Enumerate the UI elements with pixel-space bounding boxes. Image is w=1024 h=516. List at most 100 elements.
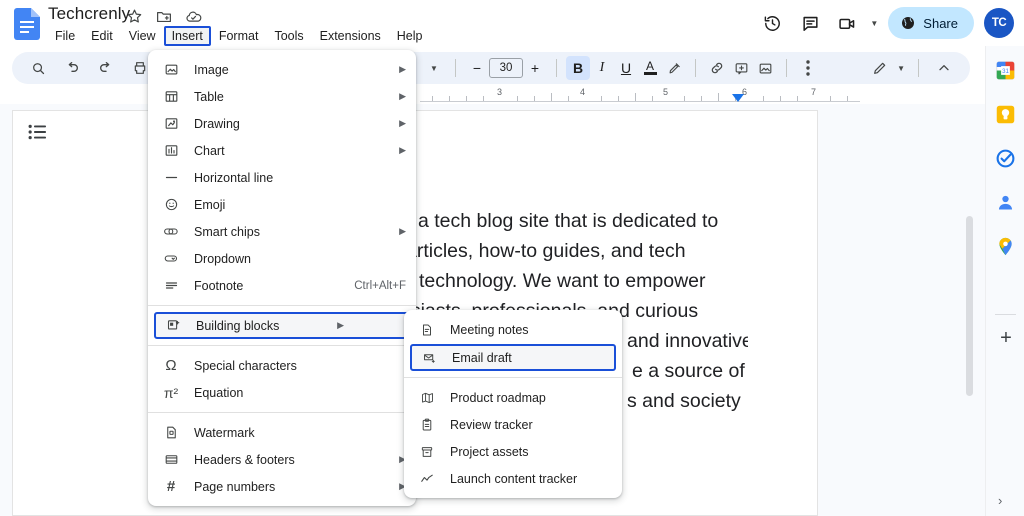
menu-item-emoji[interactable]: Emoji [148,191,416,218]
increase-font-size-button[interactable]: + [523,56,547,80]
print-icon[interactable] [132,60,148,76]
more-options-icon[interactable] [796,56,820,80]
editing-mode-icon[interactable] [868,56,892,80]
share-button[interactable]: Share [888,7,974,39]
doc-line: technology. We want to empower [419,270,706,292]
menu-item-label: Emoji [194,197,226,212]
font-size-input[interactable]: 30 [489,58,523,78]
version-history-icon[interactable] [755,6,789,40]
avatar[interactable]: TC [984,8,1014,38]
toolbar-right-group: ▼ − 30 + B I U A [422,52,820,84]
image-icon [162,62,180,78]
menu-view[interactable]: View [121,26,164,46]
menu-item-chart[interactable]: Chart ▶ [148,137,416,164]
menu-item-dropdown[interactable]: Dropdown [148,245,416,272]
building-blocks-icon [164,318,182,334]
cloud-saved-icon[interactable] [184,8,202,25]
menu-item-headers-footers[interactable]: Headers & footers ▶ [148,446,416,473]
docs-file-icon[interactable] [14,8,40,40]
expand-panel-chevron-icon[interactable]: › [998,493,1002,508]
document-outline-icon[interactable] [28,124,48,140]
editing-mode-chevron-icon[interactable]: ▼ [897,64,905,73]
menu-item-special-characters[interactable]: Ω Special characters [148,352,416,379]
menu-divider [148,412,416,413]
menu-tools[interactable]: Tools [266,26,311,46]
email-draft-icon [420,350,438,366]
chevron-down-icon[interactable]: ▼ [870,19,878,28]
submenu-divider [404,377,622,378]
move-to-folder-icon[interactable] [155,8,172,25]
document-title[interactable]: Techcrenly [48,4,130,24]
decrease-font-size-button[interactable]: − [465,56,489,80]
text-color-button[interactable]: A [638,56,662,80]
submenu-item-meeting-notes[interactable]: Meeting notes [404,316,622,343]
menu-item-equation[interactable]: π² Equation [148,379,416,406]
menu-item-footnote[interactable]: Footnote Ctrl+Alt+F [148,272,416,299]
svg-text:31: 31 [1002,68,1009,75]
add-comment-icon[interactable] [729,56,753,80]
menu-item-label: Special characters [194,358,297,373]
meet-icon[interactable] [831,6,865,40]
collapse-toolbar-icon[interactable] [932,56,956,80]
menu-file[interactable]: File [47,26,83,46]
headers-footers-icon [162,452,180,468]
search-icon[interactable] [30,60,46,76]
insert-image-icon[interactable] [753,56,777,80]
menu-item-label: Review tracker [450,417,533,432]
menu-item-page-numbers[interactable]: # Page numbers ▶ [148,473,416,500]
drawing-icon [162,116,180,132]
doc-line: e a source of [632,360,745,382]
google-calendar-icon[interactable]: 31 [995,60,1016,81]
menu-item-drawing[interactable]: Drawing ▶ [148,110,416,137]
google-keep-icon[interactable] [995,104,1016,125]
style-dropdown-chevron-icon[interactable]: ▼ [422,56,446,80]
undo-icon[interactable] [64,60,80,76]
horizontal-ruler[interactable]: 3 4 5 6 7 [420,87,860,104]
menu-insert[interactable]: Insert [163,26,211,46]
menu-extensions[interactable]: Extensions [312,26,389,46]
side-panel-rail: 31 + › [985,46,1024,516]
bold-button[interactable]: B [566,56,590,80]
add-on-plus-icon[interactable]: + [996,328,1016,348]
comment-icon[interactable] [793,6,827,40]
ruler-number: 7 [811,87,817,97]
google-tasks-icon[interactable] [995,148,1016,169]
product-roadmap-icon [418,390,436,406]
google-maps-icon[interactable] [995,236,1016,257]
left-indent-marker[interactable] [732,94,744,102]
star-icon[interactable] [126,8,143,25]
submenu-item-product-roadmap[interactable]: Product roadmap [404,384,622,411]
italic-button[interactable]: I [590,56,614,80]
menu-format[interactable]: Format [211,26,267,46]
chevron-right-icon: ▶ [399,91,406,101]
google-contacts-icon[interactable] [995,192,1016,213]
highlight-icon[interactable] [662,56,686,80]
dropdown-icon [162,251,180,267]
submenu-item-launch-content-tracker[interactable]: Launch content tracker [404,465,622,492]
underline-button[interactable]: U [614,56,638,80]
menu-edit[interactable]: Edit [83,26,121,46]
building-blocks-submenu[interactable]: Meeting notes Email draft Product roadma… [404,310,622,498]
menu-item-horizontal-line[interactable]: Horizontal line [148,164,416,191]
insert-dropdown[interactable]: Image ▶ Table ▶ Drawing ▶ Chart ▶ Horizo… [148,50,416,506]
submenu-item-email-draft[interactable]: Email draft [410,344,616,371]
ruler-number: 4 [580,87,586,97]
menu-item-label: Product roadmap [450,390,546,405]
link-icon[interactable] [705,56,729,80]
menu-item-smart-chips[interactable]: Smart chips ▶ [148,218,416,245]
menu-help[interactable]: Help [389,26,431,46]
menu-item-building-blocks[interactable]: Building blocks ▶ [154,312,410,339]
menu-item-label: Dropdown [194,251,251,266]
globe-icon [902,17,915,29]
redo-icon[interactable] [98,60,114,76]
menu-item-watermark[interactable]: Watermark [148,419,416,446]
submenu-item-review-tracker[interactable]: Review tracker [404,411,622,438]
chevron-right-icon: ▶ [399,145,406,155]
watermark-icon [162,425,180,441]
menu-item-image[interactable]: Image ▶ [148,56,416,83]
chevron-right-icon: ▶ [337,320,344,330]
submenu-item-project-assets[interactable]: Project assets [404,438,622,465]
omega-icon: Ω [165,357,177,374]
vertical-scrollbar[interactable] [966,216,973,396]
menu-item-table[interactable]: Table ▶ [148,83,416,110]
